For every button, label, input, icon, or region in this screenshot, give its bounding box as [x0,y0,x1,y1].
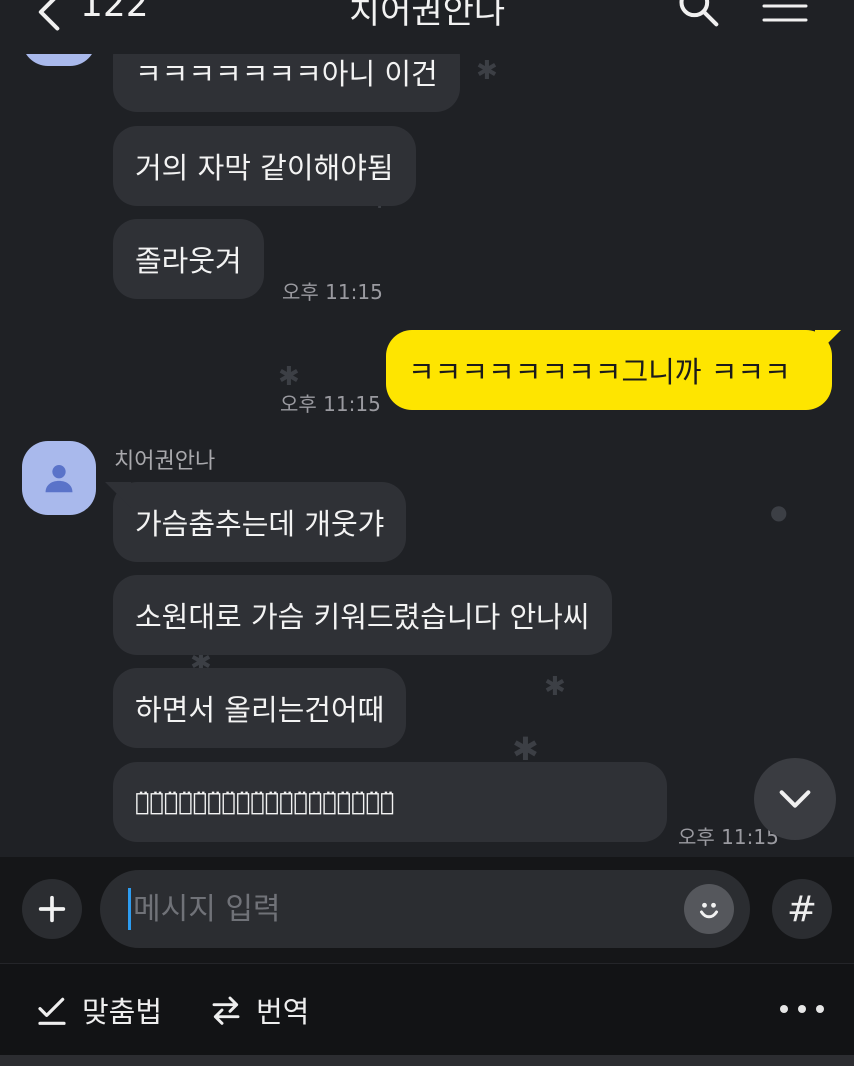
more-dots-icon[interactable] [780,994,824,1024]
spellcheck-button[interactable]: 맞춤법 [36,988,162,1032]
emoji-button[interactable] [684,884,734,934]
message-timestamp: 오후 11:15 [282,280,383,304]
avatar[interactable] [22,441,96,515]
translate-button[interactable]: 번역 [210,988,309,1032]
background-flower-decoration: ✱ [544,672,566,702]
chat-title: 치어권안나 [348,0,506,32]
plus-icon [38,895,66,923]
chevron-down-icon [779,790,811,808]
message-text: ㅋ̈ㅋ̈ㅋ̈ㅋ̈ㅋ̈ㅋ̈ㅋ̈ㅋ̈ㅋ̈ㅋ̈ㅋ̈ㅋ̈ㅋ̈ㅋ̈ㅋ̈ㅋ̈ㅋ̈ㅋ̈ [135,788,395,816]
hash-icon: # [786,888,818,930]
message-timestamp: 오후 11:15 [280,392,381,416]
scroll-to-bottom-button[interactable] [754,758,836,840]
message-text: ㅋㅋㅋㅋㅋㅋㅋㅋ그니까 ㅋㅋㅋ [408,355,791,389]
system-nav-bar [0,1055,854,1066]
background-flower-decoration: ✱ [476,56,498,86]
message-bubble[interactable]: 거의 자막 같이해야됨 [113,126,416,206]
message-text: 가슴춤추는데 개웃갸 [135,507,385,541]
message-field[interactable] [100,870,750,948]
message-bubble[interactable]: 졸라웃겨 [113,219,264,299]
hashtag-search-button[interactable]: # [772,879,832,939]
person-icon [45,465,73,493]
message-bubble[interactable]: 가슴춤추는데 개웃갸 [113,482,407,562]
hamburger-menu-icon[interactable] [762,0,808,24]
emoji-icon [700,902,718,919]
message-bubble[interactable]: 소원대로 가슴 키워드렸습니다 안나씨 [113,575,612,655]
search-icon[interactable] [676,0,720,28]
message-input-bar: # [0,857,854,963]
spellcheck-label: 맞춤법 [82,995,163,1029]
message-text: ㅋㅋㅋㅋㅋㅋㅋ아니 이건 [135,57,438,91]
swap-arrows-icon [212,996,240,1025]
message-input[interactable] [128,888,668,930]
message-text: 졸라웃겨 [135,244,242,278]
chat-header: 122 치어권안나 [0,0,854,54]
chat-screen: ✱ ✱ ✱ ✱ ✱ ✱ ● ㅋㅋㅋㅋㅋㅋㅋ아니 이건 거의 자막 같이해야됨 졸… [0,0,854,1066]
attach-button[interactable] [22,879,82,939]
sender-name: 치어권안나 [114,449,216,474]
dot [780,1005,788,1013]
translate-label: 번역 [256,995,310,1029]
message-list[interactable]: ✱ ✱ ✱ ✱ ✱ ✱ ● ㅋㅋㅋㅋㅋㅋㅋ아니 이건 거의 자막 같이해야됨 졸… [0,0,854,857]
bottom-toolbar: 맞춤법 번역 [0,963,854,1055]
message-text: 하면서 올리는건어때 [135,693,385,727]
check-icon [38,997,66,1025]
dot [816,1005,824,1013]
message-bubble[interactable]: 하면서 올리는건어때 [113,668,407,748]
dot [798,1005,806,1013]
my-message-bubble[interactable]: ㅋㅋㅋㅋㅋㅋㅋㅋ그니까 ㅋㅋㅋ [386,330,832,410]
message-bubble[interactable]: ㅋ̈ㅋ̈ㅋ̈ㅋ̈ㅋ̈ㅋ̈ㅋ̈ㅋ̈ㅋ̈ㅋ̈ㅋ̈ㅋ̈ㅋ̈ㅋ̈ㅋ̈ㅋ̈ㅋ̈ㅋ̈ [113,762,667,842]
message-text: 소원대로 가슴 키워드렸습니다 안나씨 [135,600,590,634]
background-dot-decoration: ● [770,500,788,524]
message-text: 거의 자막 같이해야됨 [135,151,394,185]
